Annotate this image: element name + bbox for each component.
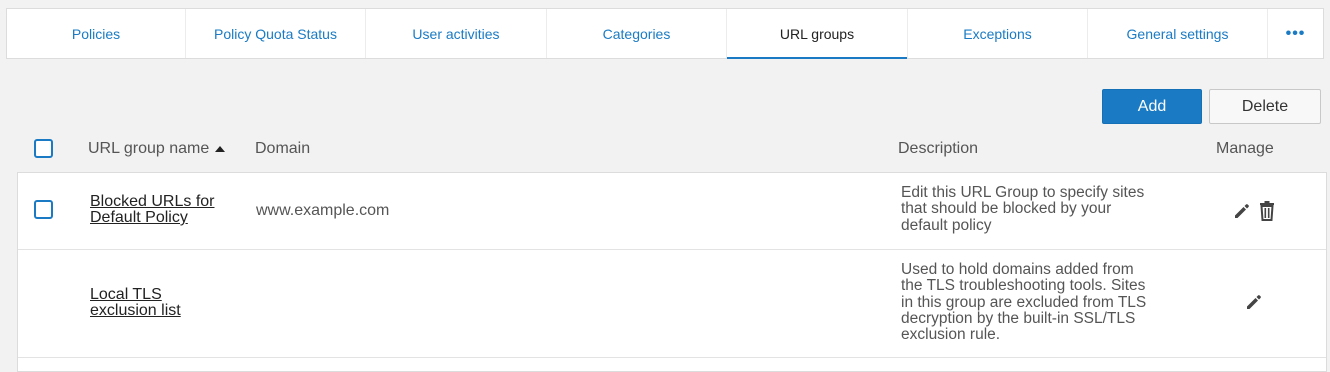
tab-url-groups[interactable]: URL groups — [727, 9, 908, 59]
tab-categories[interactable]: Categories — [547, 9, 727, 58]
column-header-manage: Manage — [1216, 140, 1274, 157]
description-line: Edit this URL Group to specify sites — [901, 184, 1145, 201]
delete-button[interactable]: Delete — [1209, 89, 1321, 124]
url-group-description: Edit this URL Group to specify sites tha… — [901, 184, 1176, 234]
url-group-description: Used to hold domains added from the TLS … — [901, 261, 1176, 344]
url-group-name-link[interactable]: Local TLS exclusion list — [90, 287, 181, 319]
description-line: in this group are excluded from TLS — [901, 293, 1147, 311]
url-group-domain: www.example.com — [256, 202, 390, 219]
description-line: that should be blocked by your — [901, 200, 1112, 218]
description-line: decryption by the built-in SSL/TLS — [901, 309, 1136, 327]
more-tabs-button[interactable]: ••• — [1268, 9, 1323, 58]
select-all-checkbox[interactable] — [34, 139, 53, 158]
url-group-name-line2: Default Policy — [90, 209, 188, 226]
pencil-icon[interactable] — [1232, 201, 1252, 221]
trash-icon[interactable] — [1257, 200, 1277, 222]
tab-general-settings[interactable]: General settings — [1088, 9, 1268, 58]
tab-policy-quota-status[interactable]: Policy Quota Status — [186, 9, 366, 58]
column-header-name-label: URL group name — [88, 140, 210, 157]
tab-exceptions[interactable]: Exceptions — [908, 9, 1088, 58]
url-group-name-link[interactable]: Blocked URLs for Default Policy — [90, 194, 215, 226]
row-checkbox[interactable] — [34, 200, 53, 219]
tab-bar: Policies Policy Quota Status User activi… — [6, 8, 1324, 59]
column-header-domain: Domain — [255, 140, 311, 157]
pencil-icon[interactable] — [1244, 292, 1264, 312]
url-group-name-line2: exclusion list — [90, 302, 181, 319]
tab-policies[interactable]: Policies — [7, 9, 186, 58]
url-groups-table: Blocked URLs for Default Policy www.exam… — [17, 172, 1327, 372]
column-header-name[interactable]: URL group name — [88, 138, 226, 160]
description-line: default policy — [901, 216, 992, 234]
description-line: the TLS troubleshooting tools. Sites — [901, 277, 1146, 295]
table-row: Local TLS exclusion list Used to hold do… — [18, 250, 1326, 358]
add-button[interactable]: Add — [1102, 89, 1202, 124]
sort-ascending-icon — [215, 146, 226, 152]
table-row: Blocked URLs for Default Policy www.exam… — [18, 173, 1326, 250]
column-header-description: Description — [898, 140, 979, 157]
description-line: exclusion rule. — [901, 326, 1001, 344]
url-group-name-line1: Blocked URLs for — [90, 193, 215, 210]
tab-user-activities[interactable]: User activities — [366, 9, 547, 58]
url-group-name-line1: Local TLS — [90, 286, 162, 303]
description-line: Used to hold domains added from — [901, 261, 1134, 278]
